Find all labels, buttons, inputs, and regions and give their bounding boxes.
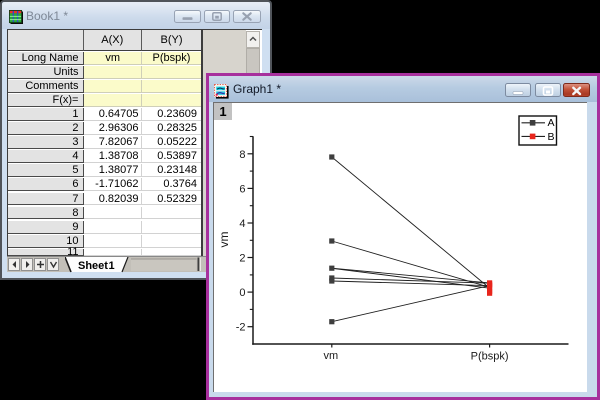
svg-text:2: 2 xyxy=(239,253,245,265)
svg-text:8: 8 xyxy=(239,149,245,161)
svg-text:0: 0 xyxy=(239,287,245,299)
svg-text:-2: -2 xyxy=(236,322,246,334)
svg-text:vm: vm xyxy=(323,350,338,362)
svg-text:B: B xyxy=(548,131,555,143)
svg-text:A: A xyxy=(548,117,555,129)
svg-text:P(bspk): P(bspk) xyxy=(471,351,509,363)
svg-text:vm: vm xyxy=(217,232,231,248)
svg-text:4: 4 xyxy=(239,218,245,230)
svg-text:Sheet: Sheet xyxy=(78,260,108,272)
svg-text:1: 1 xyxy=(109,260,115,272)
svg-text:6: 6 xyxy=(239,183,245,195)
